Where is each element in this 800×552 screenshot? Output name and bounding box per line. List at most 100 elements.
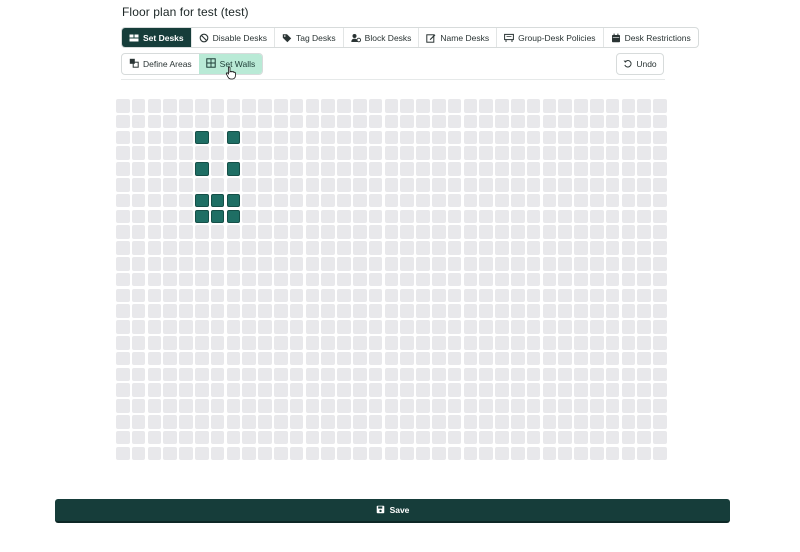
grid-cell[interactable] [337,162,351,176]
grid-cell[interactable] [574,304,588,318]
grid-cell[interactable] [621,272,636,287]
grid-cell[interactable] [131,272,146,287]
grid-cell[interactable] [368,162,383,176]
grid-cell[interactable] [337,430,351,445]
grid-cell[interactable] [210,130,225,145]
grid-cell[interactable] [147,288,162,303]
grid-cell[interactable] [131,415,146,429]
grid-cell[interactable] [131,430,146,445]
grid-cell[interactable] [463,367,478,382]
grid-cell[interactable] [542,257,557,271]
grid-cell[interactable] [432,114,446,129]
grid-cell[interactable] [147,399,162,413]
grid-cell[interactable] [384,367,399,382]
grid-cell[interactable] [321,209,335,224]
grid-cell[interactable] [289,383,304,397]
grid-cell[interactable] [337,99,351,113]
grid-cell[interactable] [432,351,446,366]
grid-cell[interactable] [289,351,304,366]
grid-cell[interactable] [447,320,462,334]
grid-cell[interactable] [195,336,209,350]
grid-cell[interactable] [558,99,572,113]
grid-cell[interactable] [416,304,430,318]
grid-cell[interactable] [511,162,525,176]
grid-cell[interactable] [305,162,320,176]
grid-cell[interactable] [116,162,130,176]
grid-cell[interactable] [147,430,162,445]
grid-cell[interactable] [289,99,304,113]
grid-cell[interactable] [653,336,667,350]
grid-cell[interactable] [653,430,667,445]
grid-cell[interactable] [384,257,399,271]
grid-cell[interactable] [432,209,446,224]
grid-cell[interactable] [637,209,651,224]
grid-cell[interactable] [242,383,256,397]
grid-cell[interactable] [179,225,193,239]
grid-cell[interactable] [495,162,509,176]
grid-cell[interactable] [621,415,636,429]
tool-desk-restrictions[interactable]: Desk Restrictions [604,28,698,47]
grid-cell[interactable] [447,209,462,224]
grid-cell[interactable] [147,320,162,334]
grid-cell[interactable] [116,257,130,271]
grid-cell[interactable] [416,99,430,113]
grid-cell[interactable] [368,114,383,129]
grid-cell[interactable] [590,209,604,224]
grid-cell[interactable] [558,351,572,366]
grid-cell[interactable] [432,288,446,303]
grid-cell[interactable] [621,399,636,413]
grid-cell[interactable] [400,225,414,239]
grid-cell[interactable] [274,399,288,413]
grid-cell[interactable] [416,446,430,461]
grid-cell[interactable] [637,225,651,239]
grid-cell[interactable] [195,114,209,129]
grid-cell[interactable] [463,336,478,350]
grid-cell[interactable] [400,193,414,208]
grid-cell[interactable] [368,241,383,255]
grid-cell[interactable] [242,446,256,461]
grid-cell[interactable] [163,430,177,445]
grid-cell[interactable] [479,241,493,255]
grid-cell[interactable] [621,225,636,239]
grid-cell[interactable] [258,415,272,429]
grid-cell[interactable] [384,241,399,255]
grid-cell[interactable] [163,178,177,192]
grid-cell[interactable] [621,320,636,334]
grid-cell[interactable] [337,272,351,287]
grid-cell[interactable] [653,241,667,255]
grid-cell[interactable] [163,367,177,382]
grid-cell[interactable] [179,114,193,129]
grid-cell[interactable] [479,320,493,334]
grid-cell[interactable] [637,130,651,145]
grid-cell[interactable] [274,430,288,445]
grid-cell[interactable] [479,430,493,445]
grid-cell[interactable] [147,367,162,382]
grid-cell[interactable] [258,304,272,318]
grid-cell[interactable] [400,241,414,255]
grid-cell[interactable] [321,272,335,287]
grid-cell[interactable] [432,99,446,113]
grid-cell[interactable] [305,209,320,224]
grid-cell[interactable] [416,193,430,208]
grid-cell[interactable] [511,99,525,113]
grid-cell[interactable] [147,257,162,271]
grid-cell[interactable] [242,415,256,429]
grid-cell[interactable] [163,257,177,271]
grid-cell[interactable] [574,225,588,239]
grid-cell[interactable] [242,193,256,208]
grid-cell[interactable] [305,430,320,445]
grid-cell[interactable] [116,193,130,208]
grid-cell[interactable] [637,446,651,461]
grid-cell[interactable] [495,304,509,318]
grid-cell[interactable] [242,336,256,350]
grid-cell[interactable] [147,162,162,176]
desk-cell[interactable] [195,162,209,176]
grid-cell[interactable] [242,130,256,145]
grid-cell[interactable] [495,336,509,350]
grid-cell[interactable] [321,367,335,382]
grid-cell[interactable] [226,336,241,350]
grid-cell[interactable] [558,430,572,445]
grid-cell[interactable] [400,114,414,129]
grid-cell[interactable] [558,146,572,160]
grid-cell[interactable] [542,99,557,113]
